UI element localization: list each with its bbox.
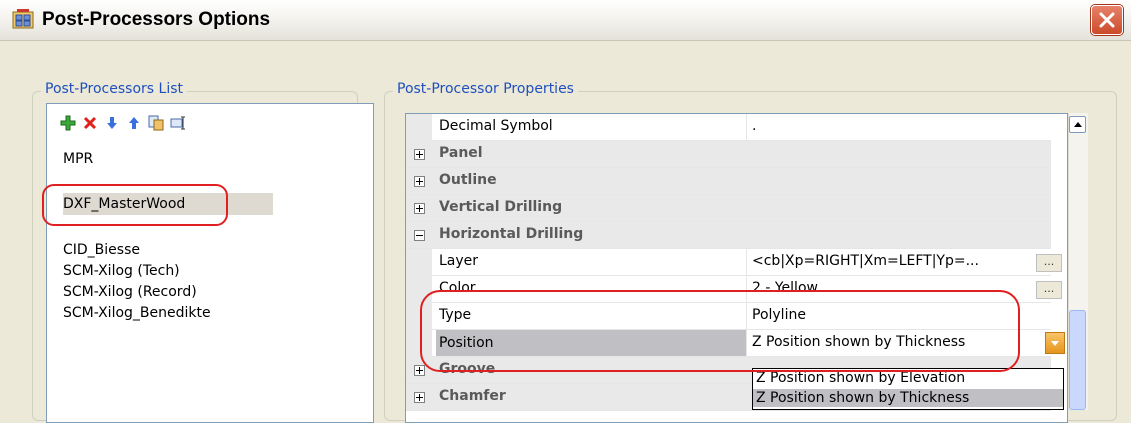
close-icon [1099,12,1115,28]
window-title: Post-Processors Options [42,9,271,30]
move-up-icon[interactable] [126,115,142,131]
category-row-outline[interactable]: Outline [406,168,1051,195]
category-row-horizontal-drilling[interactable]: Horizontal Drilling [406,222,1051,249]
category-label: Horizontal Drilling [439,226,584,242]
scroll-thumb[interactable] [1069,310,1086,410]
close-button[interactable] [1091,5,1123,35]
property-value[interactable]: <cb|Xp=RIGHT|Xm=LEFT|Yp=... [752,253,979,269]
expand-icon[interactable] [414,176,425,187]
rename-icon[interactable] [170,115,186,131]
property-row-layer[interactable]: Layer <cb|Xp=RIGHT|Xm=LEFT|Yp=... ... [406,249,1062,276]
add-icon[interactable] [60,115,76,131]
property-value[interactable]: . [752,118,756,134]
expand-icon[interactable] [414,392,425,403]
list-item[interactable]: CID_Biesse [63,239,140,261]
expand-icon[interactable] [414,149,425,160]
dropdown-option-selected[interactable]: Z Position shown by Thickness [753,389,1063,407]
expand-icon[interactable] [414,203,425,214]
delete-icon[interactable] [82,115,98,131]
category-label: Outline [439,172,497,188]
category-label: Panel [439,145,483,161]
annotation-highlight [42,184,228,226]
list-item[interactable]: SCM-Xilog_Benedikte [63,302,211,324]
ellipsis-button[interactable]: ... [1036,254,1062,272]
copy-icon[interactable] [148,115,164,131]
dropdown-arrow-button[interactable] [1045,332,1065,354]
property-name: Layer [439,253,479,269]
annotation-highlight [420,290,1020,372]
list-item[interactable]: MPR [63,148,93,170]
expand-icon[interactable] [414,365,425,376]
category-row-panel[interactable]: Panel [406,141,1051,168]
property-name: Decimal Symbol [439,118,553,134]
property-row[interactable]: Decimal Symbol . [406,114,1051,141]
collapse-icon[interactable] [414,230,425,241]
ellipsis-button[interactable]: ... [1036,281,1062,299]
app-icon [12,9,34,29]
move-down-icon[interactable] [104,115,120,131]
position-dropdown-list[interactable]: Z Position shown by Elevation Z Position… [752,368,1064,410]
category-label: Chamfer [439,388,506,404]
title-bar: Post-Processors Options [0,0,1131,41]
category-row-vertical-drilling[interactable]: Vertical Drilling [406,195,1051,222]
post-processors-list-title: Post-Processors List [41,81,187,97]
list-item[interactable]: SCM-Xilog (Tech) [63,260,180,282]
category-label: Vertical Drilling [439,199,563,215]
scroll-up-button[interactable] [1069,116,1086,133]
post-processor-properties-title: Post-Processor Properties [393,81,578,97]
list-item[interactable]: SCM-Xilog (Record) [63,281,197,303]
